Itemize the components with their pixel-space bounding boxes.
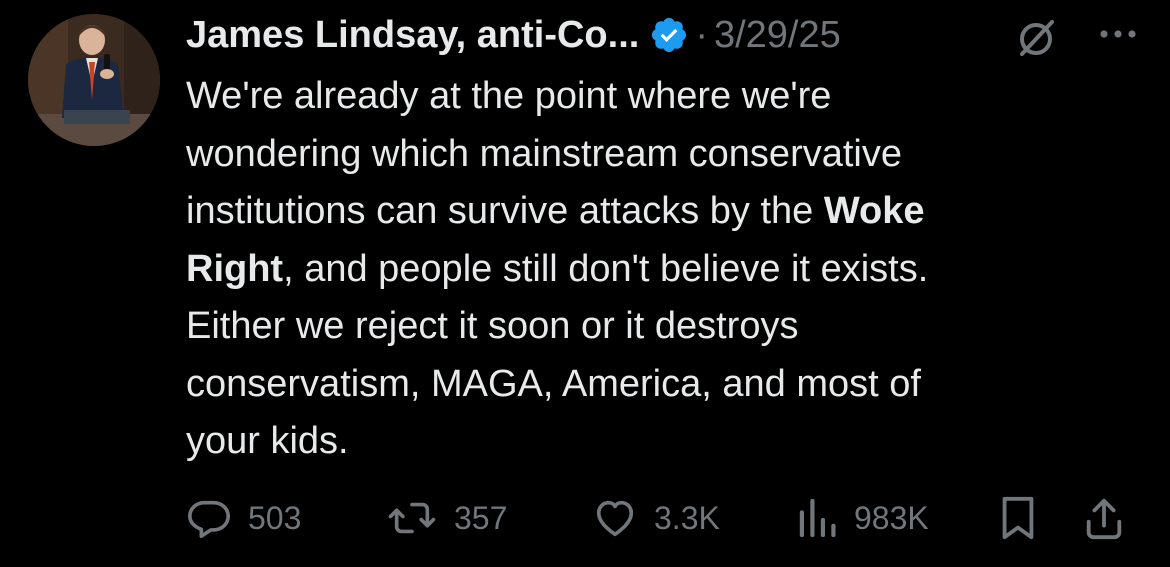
author-name[interactable]: James Lindsay, anti-Co...: [186, 14, 639, 57]
bookmark-icon: [998, 495, 1038, 541]
tweet-line: Either we reject it soon or it destroys: [186, 298, 1146, 356]
verified-badge-icon[interactable]: [649, 15, 689, 55]
tweet-bold-text: Woke: [823, 190, 925, 232]
header-separator: ·: [695, 13, 708, 56]
tweet-line: Right, and people still don't believe it…: [186, 241, 1146, 299]
share-button[interactable]: [1082, 494, 1126, 542]
views-icon: [796, 495, 838, 541]
grok-icon[interactable]: [1014, 16, 1058, 60]
repost-button[interactable]: 357: [386, 494, 507, 542]
tweet-line-text: , and people still don't believe it exis…: [283, 247, 929, 290]
tweet-line-text: conservatism, MAGA, America, and most of: [186, 362, 921, 405]
share-icon: [1082, 495, 1126, 541]
tweet-line: your kids.: [186, 413, 1146, 471]
tweet-line-text: institutions can survive attacks by the: [186, 190, 824, 232]
reply-count: 503: [248, 499, 302, 536]
repost-icon: [386, 495, 438, 541]
reply-button[interactable]: 503: [186, 494, 301, 542]
views-count: 983K: [854, 499, 929, 536]
tweet-line-text: wondering which mainstream conservative: [186, 132, 902, 175]
views-button[interactable]: 983K: [796, 494, 929, 542]
tweet-text: We're already at the point where we're w…: [186, 68, 1146, 471]
like-count: 3.3K: [654, 499, 720, 536]
tweet-line: institutions can survive attacks by the …: [186, 183, 1146, 241]
tweet-line-text: your kids.: [186, 420, 349, 462]
tweet-line-text: Either we reject it soon or it destroys: [186, 305, 799, 347]
more-icon[interactable]: [1094, 20, 1142, 48]
tweet-bold-text: Right: [186, 247, 284, 290]
repost-count: 357: [454, 499, 508, 536]
tweet-line: wondering which mainstream conservative: [186, 126, 1146, 184]
tweet-header: James Lindsay, anti-Co... · 3/29/25: [186, 12, 1146, 58]
action-bar: 503 357 3.3K 983K: [186, 494, 1146, 542]
heart-icon: [592, 495, 638, 541]
bookmark-button[interactable]: [998, 494, 1038, 542]
like-button[interactable]: 3.3K: [592, 494, 720, 542]
tweet-line: We're already at the point where we're: [186, 68, 1146, 126]
avatar[interactable]: [28, 14, 160, 146]
tweet-line-text: We're already at the point where we're: [186, 75, 832, 117]
tweet-date[interactable]: 3/29/25: [714, 14, 841, 57]
tweet-line: conservatism, MAGA, America, and most of: [186, 356, 1146, 414]
reply-icon: [186, 495, 232, 541]
